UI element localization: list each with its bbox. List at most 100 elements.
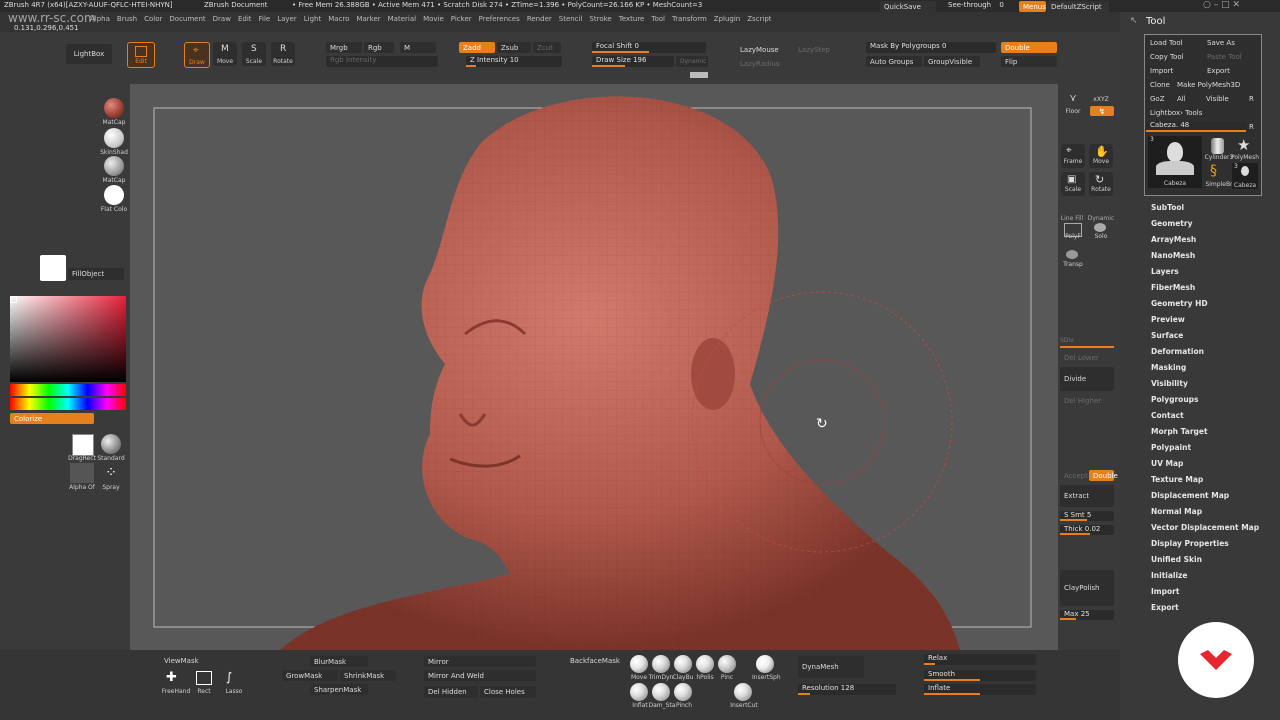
menu-item[interactable]: Layer [277, 15, 297, 23]
see-through-slider[interactable]: See-through 0 [944, 1, 1014, 12]
smooth-slider[interactable]: Smooth [924, 670, 1036, 681]
menu-item[interactable]: Tool [651, 15, 665, 23]
tool-subpalette-item[interactable]: Layers [1151, 267, 1179, 276]
flat-color-icon[interactable] [104, 185, 124, 205]
skinshade-material-icon[interactable] [104, 128, 124, 148]
menu-item[interactable]: Edit [238, 15, 252, 23]
tool-thumb-cabeza-large[interactable]: 3 Cabeza [1148, 136, 1202, 188]
import-tool-button[interactable]: Import [1146, 65, 1201, 76]
hue-strip[interactable] [10, 384, 126, 396]
fill-object-button[interactable]: FillObject [68, 268, 124, 280]
menu-item[interactable]: Picker [451, 15, 472, 23]
edit-button[interactable]: Edit [127, 42, 155, 68]
tool-thumb-simplebrush[interactable]: § SimpleBr [1205, 163, 1232, 189]
menu-item[interactable]: Render [527, 15, 552, 23]
m-button[interactable]: M [400, 42, 436, 53]
clay-head-model[interactable] [280, 96, 960, 650]
menu-item[interactable]: Movie [423, 15, 444, 23]
hue-strip-secondary[interactable] [10, 398, 126, 410]
extract-button[interactable]: Extract [1060, 485, 1114, 507]
del-hidden-button[interactable]: Del Hidden [424, 686, 478, 698]
lazystep-slider[interactable]: LazyStep [794, 44, 834, 55]
mirror-button[interactable]: Mirror [424, 656, 536, 667]
tool-subpalette-item[interactable]: Unified Skin [1151, 555, 1202, 564]
zsub-button[interactable]: Zsub [497, 42, 531, 53]
growmask-button[interactable]: GrowMask [282, 670, 338, 681]
all-button[interactable]: All [1173, 93, 1200, 104]
lazyradius-slider[interactable]: LazyRadius [736, 58, 796, 69]
transp-icon[interactable] [1066, 250, 1078, 259]
copy-tool-button[interactable]: Copy Tool [1146, 51, 1201, 62]
tool-thumb-polymesh[interactable]: ★ PolyMesh [1231, 136, 1259, 162]
group-visible-button[interactable]: GroupVisible [924, 56, 980, 67]
backface-mask-button[interactable]: BackfaceMask [570, 657, 620, 665]
tool-subpalette-item[interactable]: Polypaint [1151, 443, 1191, 452]
zcut-button[interactable]: Zcut [533, 42, 561, 53]
menu-item[interactable]: Color [144, 15, 162, 23]
brush-icon[interactable] [630, 683, 648, 701]
lazymouse-button[interactable]: LazyMouse [736, 44, 796, 55]
current-tool-slider[interactable]: Cabeza. 48 [1146, 121, 1246, 132]
blurmask-button[interactable]: BlurMask [310, 656, 368, 667]
tool-subpalette-item[interactable]: Displacement Map [1151, 491, 1229, 500]
color-picker-cursor[interactable] [10, 296, 17, 303]
brush-icon[interactable] [674, 683, 692, 701]
rgb-intensity-slider[interactable]: Rgb Intensity [326, 56, 438, 67]
menu-item[interactable]: Draw [213, 15, 231, 23]
paste-tool-button[interactable]: Paste Tool [1203, 51, 1258, 62]
tool-r-button[interactable]: R [1247, 121, 1258, 132]
inflate-slider[interactable]: Inflate [924, 684, 1036, 695]
main-color-swatch[interactable] [40, 255, 66, 281]
tool-subpalette-item[interactable]: Polygroups [1151, 395, 1199, 404]
brush-icon[interactable] [756, 655, 774, 673]
move-mode-button[interactable]: M Move [213, 42, 237, 66]
sdiv-slider[interactable]: SDiv [1060, 337, 1074, 344]
menu-item[interactable]: Material [388, 15, 416, 23]
load-tool-button[interactable]: Load Tool [1146, 37, 1201, 48]
tool-subpalette-item[interactable]: Export [1151, 603, 1179, 612]
tool-subpalette-item[interactable]: Initialize [1151, 571, 1188, 580]
scale-mode-button[interactable]: S Scale [242, 42, 266, 66]
relax-slider[interactable]: Relax [924, 654, 1036, 665]
matcap-material-icon[interactable] [104, 98, 124, 118]
document-canvas[interactable]: ↻ [130, 84, 1058, 650]
mask-by-polygroups-slider[interactable]: Mask By Polygroups 0 [866, 42, 996, 53]
tool-subpalette-item[interactable]: Vector Displacement Map [1151, 523, 1259, 532]
menu-item[interactable]: File [259, 15, 271, 23]
make-polymesh-button[interactable]: Make PolyMesh3D [1173, 79, 1258, 90]
flip-button[interactable]: Flip [1001, 56, 1057, 67]
export-tool-button[interactable]: Export [1203, 65, 1258, 76]
dynamesh-resolution-slider[interactable]: Resolution 128 [798, 684, 896, 695]
draw-size-slider[interactable]: Draw Size 196 [592, 56, 674, 67]
extract-double-button[interactable]: Double [1089, 470, 1118, 481]
mirror-and-weld-button[interactable]: Mirror And Weld [424, 670, 536, 681]
focal-shift-slider[interactable]: Focal Shift 0 [592, 42, 706, 53]
quicksave-button[interactable]: QuickSave [880, 1, 936, 12]
menu-item[interactable]: Marker [356, 15, 380, 23]
draw-button[interactable]: ⌖ Draw [184, 42, 210, 68]
auto-groups-button[interactable]: Auto Groups [866, 56, 922, 67]
menu-item[interactable]: Light [304, 15, 321, 23]
rgb-button[interactable]: Rgb [364, 42, 394, 53]
standard-brush-icon[interactable] [101, 434, 121, 454]
tool-subpalette-item[interactable]: Texture Map [1151, 475, 1203, 484]
alpha-off-icon[interactable] [70, 463, 94, 483]
tool-subpalette-item[interactable]: Morph Target [1151, 427, 1208, 436]
freehand-icon[interactable]: ✚ [166, 670, 184, 686]
brush-icon[interactable] [630, 655, 648, 673]
menu-item[interactable]: Stroke [589, 15, 611, 23]
rotate-mode-button[interactable]: R Rotate [271, 42, 295, 66]
tool-subpalette-item[interactable]: Masking [1151, 363, 1186, 372]
colorize-button[interactable]: Colorize [10, 413, 94, 424]
zadd-button[interactable]: Zadd [459, 42, 495, 53]
claypolish-max-slider[interactable]: Max 25 [1060, 610, 1114, 620]
dynamic-size-button[interactable]: Dynamic [676, 56, 708, 67]
tool-subpalette-item[interactable]: Deformation [1151, 347, 1204, 356]
menu-item[interactable]: Alpha [90, 15, 110, 23]
brush-icon[interactable] [652, 683, 670, 701]
brush-icon[interactable] [652, 655, 670, 673]
z-intensity-slider[interactable]: Z Intensity 10 [466, 56, 562, 67]
rect-selection-icon[interactable] [196, 671, 212, 685]
menu-item[interactable]: Stencil [559, 15, 583, 23]
tool-subpalette-item[interactable]: NanoMesh [1151, 251, 1195, 260]
